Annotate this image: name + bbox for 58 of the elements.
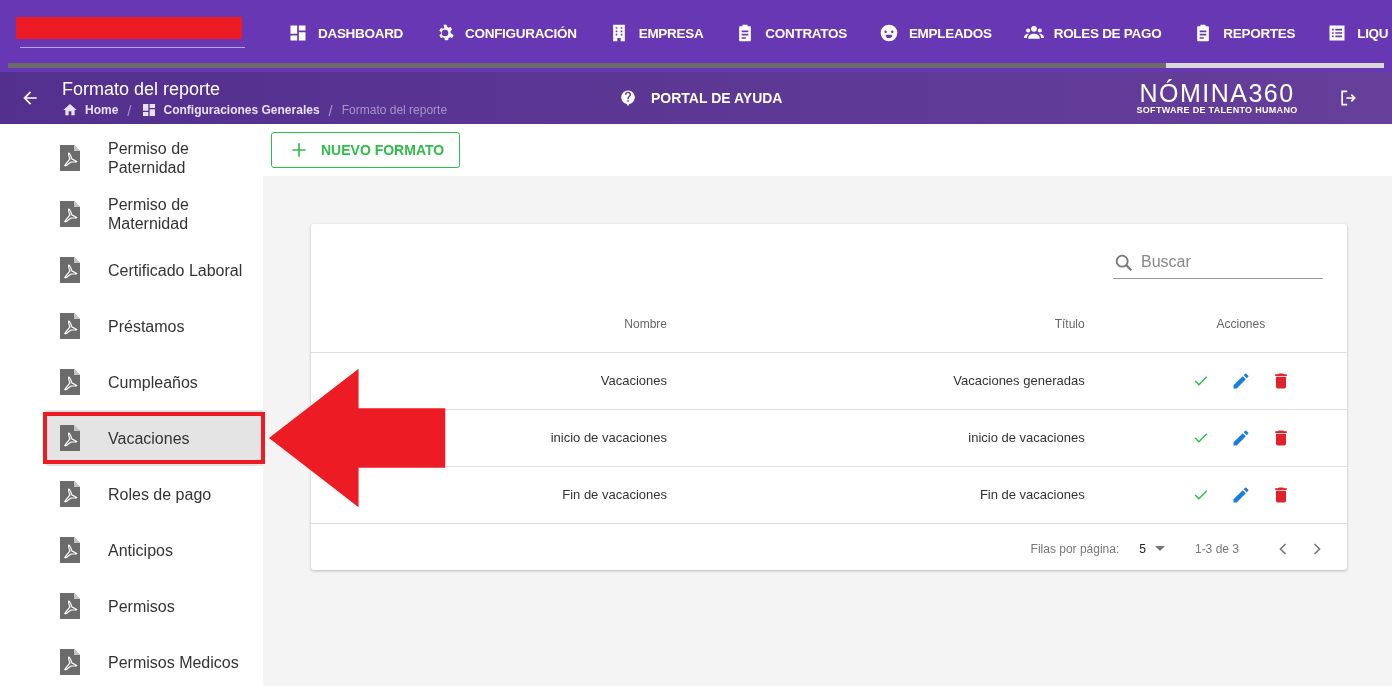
help-portal-link[interactable]: PORTAL DE AYUDA	[600, 89, 1110, 107]
column-header: Acciones	[1216, 316, 1266, 331]
page-title: Formato del reporte	[62, 77, 222, 100]
table-cell: Fin de vacaciones	[562, 487, 667, 502]
table-cell: inicio de vacaciones	[550, 430, 667, 445]
sidebar-item[interactable]: Permiso de Maternidad	[46, 186, 263, 242]
logout-icon[interactable]	[1338, 88, 1358, 108]
breadcrumb-link[interactable]: Configuraciones Generales	[140, 102, 320, 118]
home-icon	[62, 102, 78, 118]
sidebar-item[interactable]: Permisos	[46, 578, 263, 634]
column-header: Nombre	[624, 316, 667, 331]
sidebar-item[interactable]: Permiso de Paternidad	[46, 130, 263, 186]
list-icon	[1327, 23, 1348, 43]
sidebar-item[interactable]: Préstamos	[46, 298, 263, 354]
breadcrumb-separator: /	[328, 101, 333, 119]
pdf-file-icon	[60, 313, 80, 339]
nav-link[interactable]: CONFIGURACIÓN	[416, 22, 590, 44]
sidebar-item[interactable]: Roles de pago	[46, 466, 263, 522]
pdf-file-icon	[60, 145, 80, 171]
sidebar-item[interactable]: Permisos Medicos	[46, 634, 263, 686]
pdf-file-icon	[60, 481, 80, 507]
nav-link[interactable]: LIQU	[1308, 22, 1392, 44]
rows-per-page-label: Filas por página:	[1030, 541, 1120, 556]
help-icon	[619, 89, 637, 107]
caret-icon	[1154, 546, 1165, 551]
sidebar-item[interactable]: Anticipos	[46, 522, 263, 578]
logo-tagline: SOFTWARE DE TALENTO HUMANO	[1136, 105, 1298, 115]
pdf-file-icon	[60, 537, 80, 563]
breadcrumb-separator: /	[127, 101, 132, 119]
table-cell: inicio de vacaciones	[968, 430, 1085, 445]
nav-link[interactable]: EMPLEADOS	[859, 22, 1005, 44]
nav-link[interactable]: DASHBOARD	[269, 22, 417, 44]
rows-per-page-select[interactable]: 5	[1139, 541, 1165, 556]
search-icon	[1113, 252, 1135, 274]
nav-link[interactable]: EMPRESA	[589, 22, 717, 44]
face-icon	[878, 23, 899, 43]
column-header: Título	[1054, 316, 1085, 331]
logo-wordmark: NÓMINA360	[1139, 81, 1295, 105]
nav-link[interactable]: CONTRATOS	[716, 22, 860, 44]
grid-icon	[140, 102, 157, 118]
page-range: 1-3 de 3	[1194, 541, 1239, 556]
breadcrumb-link[interactable]: Home	[62, 102, 119, 118]
sidebar-item[interactable]: Certificado Laboral	[46, 242, 263, 298]
nav-link[interactable]: ROLES DE PAGO	[1004, 22, 1175, 44]
plus-icon	[289, 140, 309, 160]
table-cell: Fin de vacaciones	[979, 487, 1085, 502]
search-field[interactable]: Buscar	[1113, 246, 1323, 279]
nav-link[interactable]: REPORTES	[1174, 22, 1309, 44]
grid-icon	[288, 23, 308, 43]
table-cell: Vacaciones	[600, 373, 667, 388]
table-cell: Vacaciones generadas	[953, 373, 1085, 388]
pdf-file-icon	[60, 369, 80, 395]
pdf-file-icon	[60, 425, 80, 451]
pdf-file-icon	[60, 649, 80, 675]
pdf-file-icon	[60, 257, 80, 283]
pdf-file-icon	[60, 593, 80, 619]
pdf-file-icon	[60, 201, 80, 227]
sidebar-item[interactable]: Cumpleaños	[46, 354, 263, 410]
